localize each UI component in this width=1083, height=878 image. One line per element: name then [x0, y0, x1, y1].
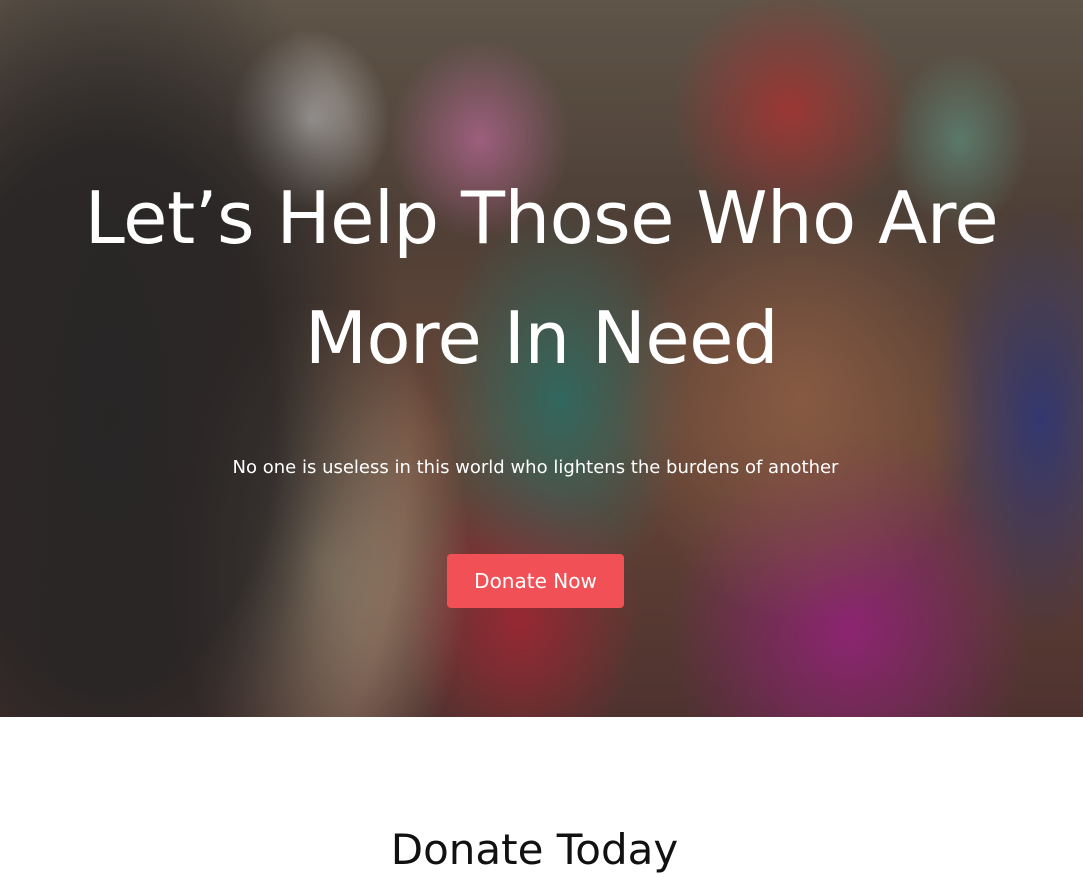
hero-title: Let’s Help Those Who Are More In Need	[0, 158, 1083, 398]
hero-title-line-2: More In Need	[304, 296, 779, 380]
hero-title-line-1: Let’s Help Those Who Are	[84, 176, 999, 260]
hero-section: Let’s Help Those Who Are More In Need No…	[0, 0, 1083, 717]
donate-now-button[interactable]: Donate Now	[447, 554, 624, 608]
hero-subtitle: No one is useless in this world who ligh…	[232, 457, 839, 478]
donate-today-heading: Donate Today	[390, 825, 679, 874]
